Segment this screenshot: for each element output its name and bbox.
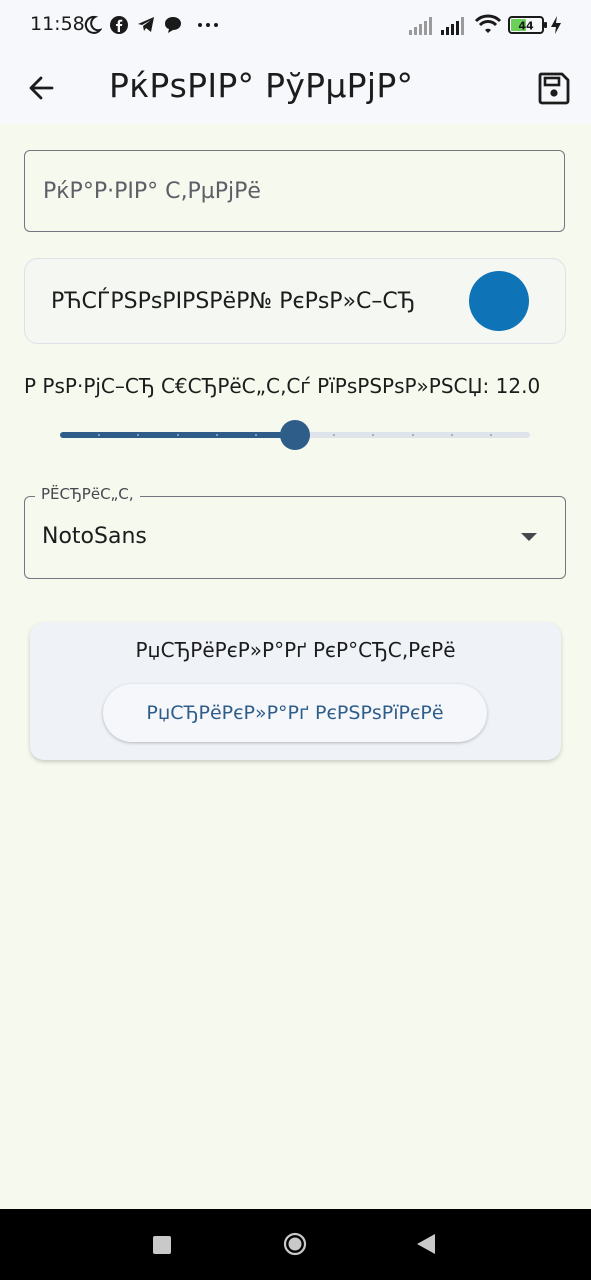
primary-color-label: РЋСЃРЅРѕРІРЅРёР№ РєРѕР»С–СЂ (51, 289, 416, 314)
nav-back-button[interactable] (417, 1234, 435, 1254)
status-time: 11:58 (30, 13, 85, 35)
slider-tick (254, 434, 257, 436)
battery-icon: 44 (508, 14, 548, 36)
screen: 11:58 44 РќРѕРІР° РўРµРјР° РќР°Р·РІР° С‚… (0, 0, 591, 1280)
font-dropdown[interactable]: РЁСЂРёС„С‚ NotoSans (24, 485, 566, 579)
theme-name-placeholder: РќР°Р·РІР° С‚РµРјРё (43, 179, 261, 204)
signal-icon (440, 14, 468, 36)
slider-tick (489, 434, 492, 436)
telegram-icon (136, 14, 156, 36)
app-bar: РќРѕРІР° РўРµРјР° (0, 52, 591, 124)
preview-card: РџСЂРёРєР»Р°Рґ РєР°СЂС‚РєРё РџСЂРёРєР»Р°… (30, 622, 561, 760)
preview-button[interactable]: РџСЂРёРєР»Р°Рґ РєРЅРѕРїРєРё (103, 684, 487, 742)
slider-thumb[interactable] (280, 420, 310, 450)
save-button[interactable] (532, 66, 576, 110)
primary-color-card[interactable]: РЋСЃРЅРѕРІРЅРёР№ РєРѕР»С–СЂ (24, 258, 566, 344)
home-button[interactable] (283, 1232, 307, 1256)
more-dots-icon (197, 14, 219, 36)
status-bar: 11:58 44 (0, 0, 591, 52)
font-size-label: Р РѕР·РјС–СЂ С€СЂРёС„С‚Сѓ РїРѕРЅРѕР»РЅСЏ… (24, 374, 541, 398)
save-floppy-icon (538, 72, 570, 105)
home-circle-icon (283, 1232, 307, 1256)
slider-tick (450, 434, 453, 436)
preview-card-title: РџСЂРёРєР»Р°Рґ РєР°СЂС‚РєРё (135, 638, 456, 662)
system-nav-bar (0, 1209, 591, 1280)
arrow-left-icon (29, 76, 54, 100)
font-size-slider[interactable] (60, 418, 530, 452)
back-button[interactable] (20, 66, 64, 110)
font-dropdown-label: РЁСЂРёС„С‚ (35, 485, 140, 503)
signal-icon (408, 14, 436, 36)
slider-tick (176, 434, 179, 436)
recents-button[interactable] (153, 1236, 171, 1254)
charging-icon (549, 14, 563, 36)
color-swatch[interactable] (469, 271, 529, 331)
slider-tick (411, 434, 414, 436)
chat-bubble-icon (163, 14, 183, 36)
moon-icon (82, 14, 102, 36)
slider-tick (215, 434, 218, 436)
theme-name-field[interactable]: РќР°Р·РІР° С‚РµРјРё (24, 150, 565, 232)
page-title: РќРѕРІР° РўРµРјР° (109, 66, 414, 105)
battery-level: 44 (518, 20, 534, 33)
font-dropdown-value: NotoSans (42, 524, 147, 549)
facebook-icon (109, 14, 129, 36)
wifi-icon (474, 14, 502, 36)
dropdown-arrow-icon[interactable] (521, 533, 537, 541)
